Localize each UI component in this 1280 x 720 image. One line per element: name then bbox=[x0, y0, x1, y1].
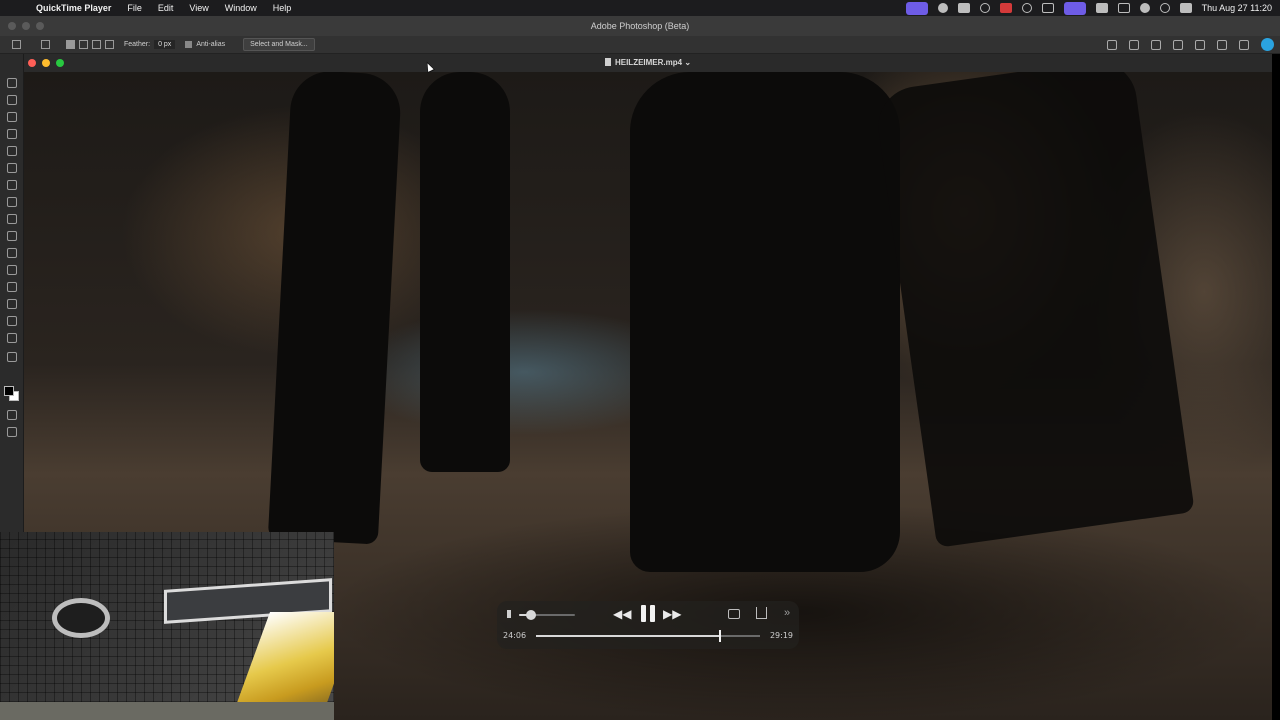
subtract-selection-icon[interactable] bbox=[92, 40, 101, 49]
selection-mode-group bbox=[66, 40, 114, 49]
zoom-tool-icon[interactable] bbox=[7, 333, 17, 343]
add-selection-icon[interactable] bbox=[79, 40, 88, 49]
playhead[interactable] bbox=[719, 630, 722, 642]
total-time: 29:19 bbox=[769, 631, 793, 640]
volume-knob[interactable] bbox=[526, 610, 537, 620]
marquee-tool-icon[interactable] bbox=[7, 95, 17, 105]
frame-tool-icon[interactable] bbox=[7, 146, 17, 156]
quicktime-title-bar: HEILZEIMER.mp4 ⌄ bbox=[24, 54, 1272, 72]
select-and-mask-button[interactable]: Select and Mask... bbox=[243, 38, 315, 51]
shape-tool-icon[interactable] bbox=[7, 299, 17, 309]
share-icon[interactable] bbox=[1129, 39, 1139, 50]
crop-tool-icon[interactable] bbox=[7, 129, 17, 139]
playback-controls: ◀◀ ▶▶ » 24:06 29:19 bbox=[497, 601, 799, 649]
current-time: 24:06 bbox=[503, 631, 527, 640]
maximize-icon[interactable] bbox=[36, 22, 44, 30]
menu-view[interactable]: View bbox=[181, 3, 216, 13]
window-icon[interactable] bbox=[1063, 1, 1086, 15]
brightness-icon[interactable] bbox=[937, 3, 948, 13]
picture-in-picture-icon[interactable] bbox=[728, 609, 740, 619]
move-tool-icon[interactable] bbox=[7, 78, 17, 88]
healing-tool-icon[interactable] bbox=[7, 180, 17, 190]
lasso-tool-icon[interactable] bbox=[7, 112, 17, 122]
battery-icon[interactable] bbox=[1117, 3, 1130, 13]
menu-bar-status: Thu Aug 27 11:20 bbox=[905, 0, 1272, 16]
quick-mask-icon[interactable] bbox=[7, 410, 17, 420]
antialias-checkbox[interactable] bbox=[185, 41, 193, 48]
control-center-icon[interactable] bbox=[1179, 3, 1192, 13]
antialias-label: Anti-alias bbox=[196, 41, 226, 48]
beaker-icon[interactable] bbox=[1107, 39, 1117, 50]
rewind-icon[interactable]: ◀◀ bbox=[613, 607, 631, 621]
quicktime-file-title[interactable]: HEILZEIMER.mp4 ⌄ bbox=[24, 54, 1272, 72]
dodge-tool-icon[interactable] bbox=[7, 248, 17, 258]
webcam-overlay bbox=[0, 532, 334, 720]
file-name: HEILZEIMER.mp4 bbox=[614, 58, 683, 67]
menu-edit[interactable]: Edit bbox=[150, 3, 182, 13]
wifi-icon[interactable] bbox=[1139, 3, 1150, 13]
feather-label: Feather: bbox=[124, 41, 151, 48]
brush-tool-icon[interactable] bbox=[7, 197, 17, 207]
menu-file[interactable]: File bbox=[119, 3, 150, 13]
search-icon[interactable] bbox=[1159, 3, 1170, 13]
app-icon[interactable] bbox=[999, 3, 1012, 13]
foreground-color-swatch[interactable] bbox=[4, 386, 14, 396]
scrubber-fill bbox=[536, 635, 721, 637]
photoshop-options-bar: Feather: 0 px Anti-alias Select and Mask… bbox=[0, 36, 1280, 54]
type-tool-icon[interactable] bbox=[7, 282, 17, 292]
workspace-icon[interactable] bbox=[1239, 39, 1249, 50]
pause-button[interactable] bbox=[640, 605, 656, 622]
more-tools-icon[interactable] bbox=[7, 352, 17, 362]
stamp-tool-icon[interactable] bbox=[7, 214, 17, 224]
volume-slider[interactable] bbox=[519, 610, 575, 620]
photoshop-window-controls bbox=[8, 22, 44, 30]
search-icon[interactable] bbox=[1173, 39, 1183, 50]
photoshop-toolbar bbox=[0, 54, 24, 532]
minimize-icon[interactable] bbox=[22, 22, 30, 30]
volume-icon[interactable] bbox=[507, 610, 514, 618]
photoshop-title-bar: Adobe Photoshop (Beta) bbox=[0, 16, 1280, 36]
lasso-icon[interactable] bbox=[41, 40, 50, 49]
document-icon bbox=[604, 58, 611, 66]
antialias-group: Anti-alias bbox=[185, 41, 225, 48]
menu-window[interactable]: Window bbox=[217, 3, 265, 13]
share-icon[interactable] bbox=[756, 607, 767, 619]
options-bar-right bbox=[1107, 38, 1274, 51]
figure-leg bbox=[630, 72, 900, 572]
gradient-tool-icon[interactable] bbox=[7, 231, 17, 241]
scrubber[interactable] bbox=[536, 630, 760, 642]
play-icon[interactable] bbox=[1021, 3, 1032, 13]
feather-input[interactable]: 0 px bbox=[154, 40, 176, 49]
screen-mode-icon[interactable] bbox=[7, 427, 17, 437]
eyedropper-tool-icon[interactable] bbox=[7, 163, 17, 173]
display-icon[interactable] bbox=[957, 3, 970, 13]
close-icon[interactable] bbox=[8, 22, 16, 30]
feather-group: Feather: 0 px bbox=[124, 40, 176, 49]
figure-leg bbox=[873, 72, 1195, 548]
profile-icon[interactable] bbox=[1261, 38, 1274, 51]
new-selection-icon[interactable] bbox=[66, 40, 75, 49]
menu-app-name[interactable]: QuickTime Player bbox=[28, 3, 119, 13]
bell-icon[interactable] bbox=[1151, 39, 1161, 50]
figure-leg bbox=[420, 72, 510, 472]
intersect-selection-icon[interactable] bbox=[105, 40, 114, 49]
menu-bar: QuickTime Player File Edit View Window H… bbox=[0, 0, 1280, 16]
creative-cloud-icon[interactable] bbox=[979, 3, 990, 13]
figure-leg bbox=[267, 72, 403, 545]
photoshop-window-title: Adobe Photoshop (Beta) bbox=[590, 21, 690, 31]
hand-tool-icon[interactable] bbox=[7, 316, 17, 326]
pen-tool-icon[interactable] bbox=[7, 265, 17, 275]
screen-share-icon[interactable] bbox=[905, 1, 928, 15]
more-icon[interactable]: » bbox=[780, 606, 794, 620]
stage-manager-icon[interactable] bbox=[1041, 3, 1054, 13]
discover-icon[interactable] bbox=[1195, 39, 1205, 50]
fast-forward-icon[interactable]: ▶▶ bbox=[663, 607, 681, 621]
lightbulb-icon[interactable] bbox=[1217, 39, 1227, 50]
oz-icon[interactable] bbox=[1095, 3, 1108, 13]
menu-help[interactable]: Help bbox=[265, 3, 300, 13]
ceiling-light bbox=[52, 598, 110, 638]
wall-edge bbox=[0, 702, 334, 720]
menu-bar-clock[interactable]: Thu Aug 27 11:20 bbox=[1202, 3, 1272, 13]
home-icon[interactable] bbox=[12, 40, 21, 49]
